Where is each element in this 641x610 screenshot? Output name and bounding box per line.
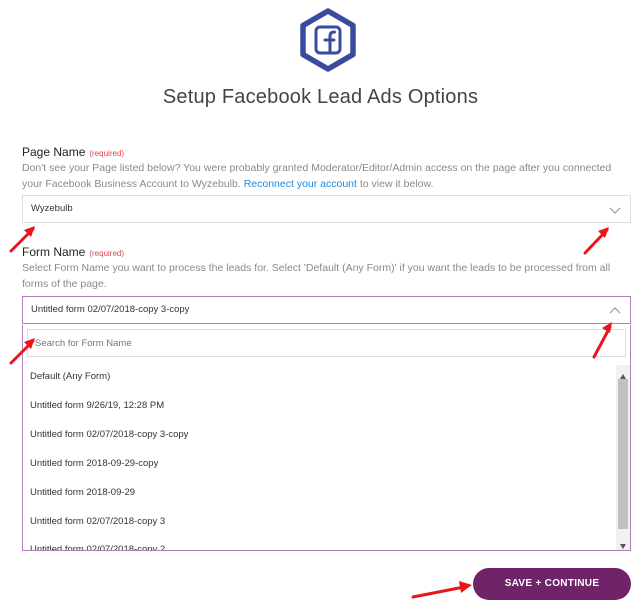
required-marker: (required) [89,149,125,158]
dropdown-option[interactable]: Untitled form 02/07/2018-copy 3 [30,512,165,532]
annotation-arrow-icon [9,338,35,365]
dropdown-scrollbar[interactable] [616,365,630,550]
form-name-dropdown: Default (Any Form) Untitled form 9/26/19… [22,325,631,551]
page-title: Setup Facebook Lead Ads Options [162,86,479,108]
scroll-down-arrow-icon[interactable] [619,537,627,549]
dropdown-option[interactable]: Untitled form 02/07/2018-copy 3-copy [30,425,188,445]
scroll-up-arrow-icon[interactable] [619,368,627,379]
dropdown-option[interactable]: Untitled form 2018-09-29-copy [30,454,158,474]
reconnect-account-link[interactable]: Reconnect your account [244,178,357,190]
dropdown-option[interactable]: Default (Any Form) [30,367,110,387]
scrollbar-thumb[interactable] [618,379,628,529]
chevron-up-icon [608,303,622,317]
form-search-input[interactable] [27,329,626,357]
annotation-arrow-icon [592,322,612,359]
required-marker: (required) [89,249,125,258]
annotation-arrow-icon [583,227,609,255]
page-name-selected-value: Wyzebulb [31,203,73,214]
dropdown-option[interactable]: Untitled form 02/07/2018-copy 2 [30,540,165,550]
form-name-selected-value: Untitled form 02/07/2018-copy 3-copy [31,304,190,315]
save-continue-button[interactable]: SAVE + CONTINUE [473,568,631,600]
form-name-help: Select Form Name you want to process the… [22,262,611,290]
page-name-help: Don't see your Page listed below? You we… [22,160,634,192]
page-name-select[interactable]: Wyzebulb [22,195,631,223]
dropdown-option[interactable]: Untitled form 2018-09-29 [30,483,135,503]
dropdown-option[interactable]: Untitled form 9/26/19, 12:28 PM [30,396,164,416]
chevron-down-icon [608,202,622,216]
page-name-help-suffix: to view it below. [359,178,434,190]
facebook-logo-icon [299,8,357,72]
page-name-label: Page Name (required) [22,145,124,159]
page-name-label-text: Page Name [22,145,86,159]
annotation-arrow-icon [9,226,35,253]
annotation-arrow-icon [411,581,472,599]
form-name-select[interactable]: Untitled form 02/07/2018-copy 3-copy [22,296,631,324]
